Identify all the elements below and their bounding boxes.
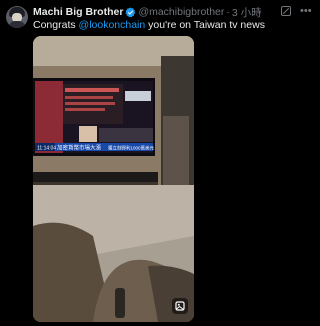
media-expand-icon[interactable] — [172, 298, 188, 314]
more-icon[interactable]: ••• — [300, 5, 312, 17]
tv-ticker-right: 獲立刻得利1000萬美元 — [108, 145, 155, 152]
tweet-text: Congrats @lookonchain you're on Taiwan t… — [33, 19, 265, 31]
verified-badge-icon — [125, 6, 136, 17]
tweet[interactable]: Machi Big Brother @machibigbrother · 3 小… — [0, 0, 320, 326]
media-photo: 11:14:04 加密貨幣市場大漲 獲立刻得利1000萬美元 — [33, 36, 194, 322]
grok-icon[interactable] — [280, 5, 292, 17]
tweet-text-suffix: you're on Taiwan tv news — [145, 19, 265, 31]
tv-ticker-time: 11:14:04 — [37, 146, 56, 152]
author-handle[interactable]: @machibigbrother — [138, 6, 224, 18]
mention-link[interactable]: @lookonchain — [79, 19, 146, 31]
tv-ticker-text: 加密貨幣市場大漲 — [57, 144, 102, 152]
separator-dot: · — [226, 6, 230, 18]
tweet-text-prefix: Congrats — [33, 19, 79, 31]
tweet-media[interactable]: 11:14:04 加密貨幣市場大漲 獲立刻得利1000萬美元 — [33, 36, 194, 322]
avatar[interactable] — [6, 6, 28, 28]
tweet-timestamp[interactable]: 3 小時 — [232, 5, 262, 20]
tweet-header: Machi Big Brother @machibigbrother · 3 小… — [33, 5, 262, 19]
author-name[interactable]: Machi Big Brother — [33, 6, 123, 18]
